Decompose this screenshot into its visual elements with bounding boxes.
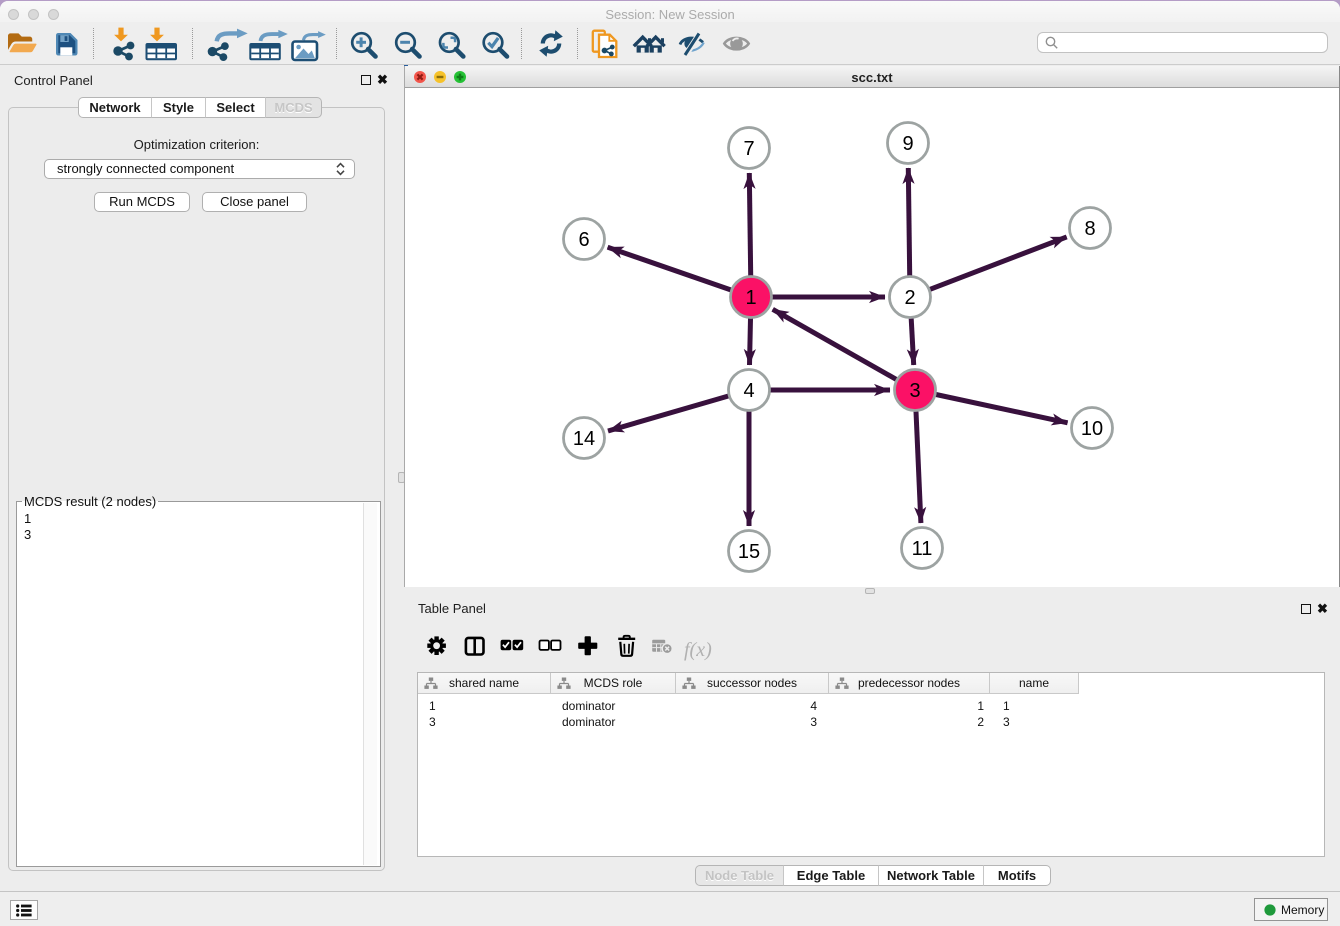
svg-text:f(x): f(x) — [684, 639, 712, 661]
svg-text:14: 14 — [573, 428, 595, 450]
svg-text:7: 7 — [743, 138, 754, 160]
svg-text:9: 9 — [902, 133, 913, 155]
svg-text:11: 11 — [912, 538, 933, 560]
svg-text:2: 2 — [904, 287, 915, 309]
svg-text:1: 1 — [745, 287, 756, 309]
svg-text:15: 15 — [738, 541, 760, 563]
svg-text:6: 6 — [578, 229, 589, 251]
svg-text:10: 10 — [1081, 418, 1103, 440]
svg-text:4: 4 — [743, 380, 754, 402]
svg-text:3: 3 — [909, 380, 920, 402]
svg-text:8: 8 — [1084, 218, 1095, 240]
